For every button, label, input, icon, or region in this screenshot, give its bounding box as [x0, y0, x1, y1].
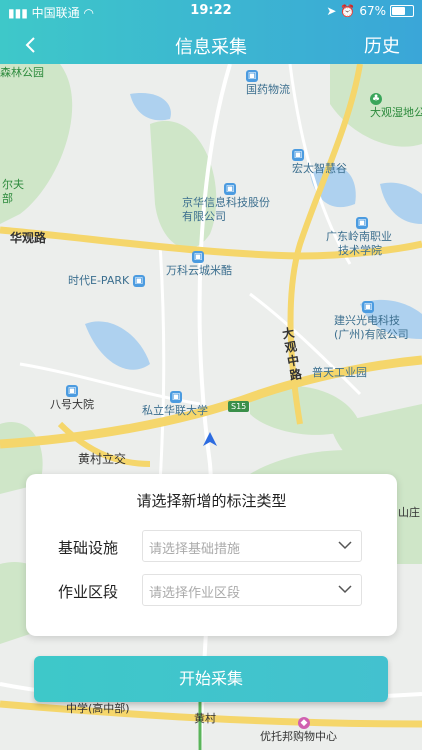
poi-bahao[interactable]: ▣ 八号大院 [50, 384, 94, 412]
status-bar: ▮▮▮ 中国联通 ◠ 19:22 ➤ ⏰ 67% [0, 0, 422, 24]
work-section-row: 作业区段 请选择作业区段 [26, 574, 397, 606]
alarm-icon: ⏰ [340, 4, 356, 18]
building-icon: ▣ [362, 301, 374, 313]
history-button[interactable]: 历史 [364, 32, 400, 58]
poi-hualian-univ[interactable]: ▣ 私立华联大学 [142, 390, 208, 418]
work-section-select[interactable]: 请选择作业区段 [142, 574, 362, 606]
work-section-label: 作业区段 [58, 583, 119, 601]
poi-lingnan-college[interactable]: ▣ 广东岭南职业 技术学院 [326, 216, 392, 258]
park-icon: ♣ [370, 93, 382, 105]
building-icon: ▣ [66, 385, 78, 397]
infrastructure-select[interactable]: 请选择基础措施 [142, 530, 362, 562]
chevron-down-icon [338, 585, 352, 594]
location-icon: ➤ [326, 4, 337, 18]
poi-utopia-mall[interactable]: ◆ 优托邦购物中心 [260, 716, 337, 744]
page-title: 信息采集 [175, 37, 247, 58]
infrastructure-placeholder: 请选择基础措施 [149, 542, 241, 557]
infrastructure-row: 基础设施 请选择基础措施 [26, 530, 397, 562]
poi-forest-park: 森林公园 [0, 66, 44, 79]
work-section-placeholder: 请选择作业区段 [149, 586, 241, 601]
card-heading: 请选择新增的标注类型 [136, 492, 287, 510]
road-huaguan: 华观路 [10, 231, 47, 245]
annotation-type-card: 请选择新增的标注类型 基础设施 请选择基础措施 作业区段 请选择作业区段 [26, 474, 397, 636]
poi-hongtai[interactable]: ▣ 宏太智慧谷 [292, 148, 347, 176]
poi-vanke[interactable]: ▣ 万科云城米酷 [166, 250, 232, 278]
poi-guoyao[interactable]: ▣ 国药物流 [246, 69, 290, 97]
poi-daguan-wetland[interactable]: ♣ 大观湿地公 [370, 92, 422, 120]
battery-percent: 67% [359, 4, 386, 18]
poi-jianxing[interactable]: ▣ 建兴光电科技 (广州)有限公司 [334, 300, 409, 342]
status-right: ➤ ⏰ 67% [326, 4, 414, 18]
building-icon: ▣ [192, 251, 204, 263]
map-view[interactable]: ▣ 国药物流 ♣ 大观湿地公 ▣ 宏太智慧谷 ▣ 京华信息科技股份 有限公司 ▣… [0, 64, 422, 750]
nav-bar: 信息采集 历史 [0, 24, 422, 64]
poi-shanzhuang: 山庄 [398, 506, 420, 519]
poi-huangcun-station: 黄村 [194, 712, 216, 725]
school-icon: ▣ [356, 217, 368, 229]
poi-jinghua[interactable]: ▣ 京华信息科技股份 有限公司 [182, 182, 270, 224]
highway-shield: S15 [228, 401, 250, 412]
battery-icon [390, 5, 414, 17]
start-collect-button[interactable]: 开始采集 [34, 656, 388, 702]
poi-epark[interactable]: 时代E-PARK ▣ [68, 274, 147, 288]
poi-putian[interactable]: 普天工业园 [312, 366, 367, 380]
building-icon: ▣ [292, 149, 304, 161]
building-icon: ▣ [246, 70, 258, 82]
building-icon: ▣ [132, 275, 145, 287]
school-icon: ▣ [170, 391, 182, 403]
shopping-icon: ◆ [298, 717, 310, 729]
poi-huangcun-interchange: 黄村立交 [78, 452, 127, 466]
poi-golf: 尔夫 部 [2, 178, 24, 205]
poi-high-school: 中学(高中部) [66, 702, 130, 715]
infrastructure-label: 基础设施 [58, 539, 119, 557]
building-icon: ▣ [224, 183, 236, 195]
chevron-down-icon [338, 541, 352, 550]
